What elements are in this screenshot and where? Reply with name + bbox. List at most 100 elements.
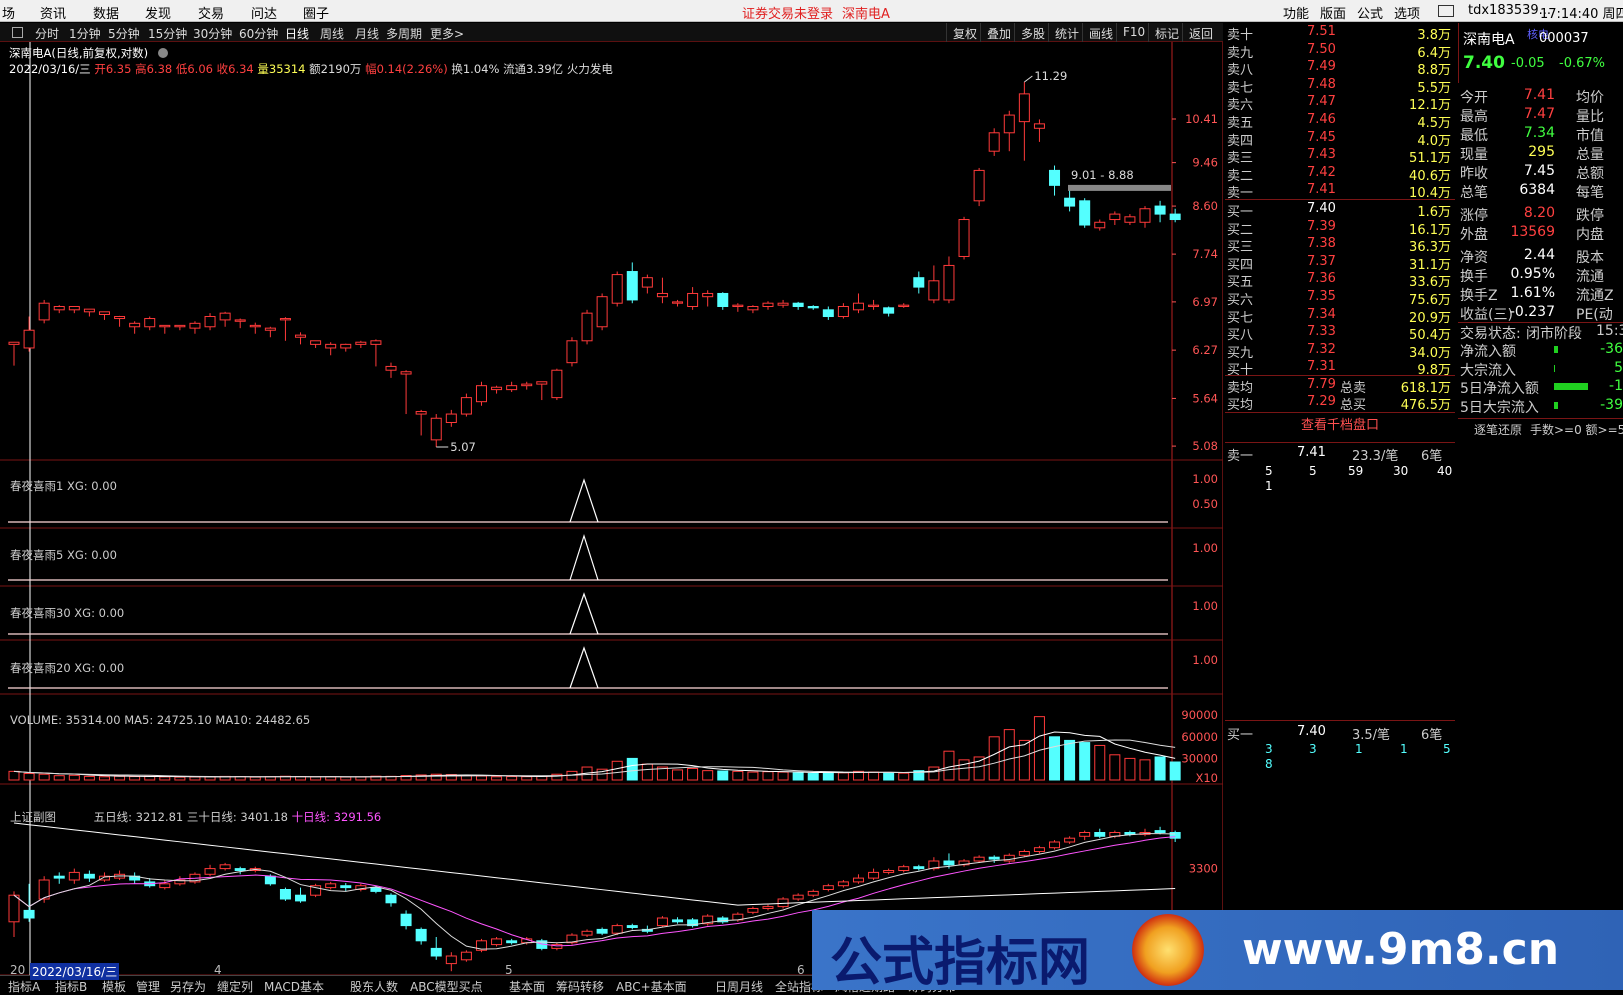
kline-candle[interactable] [204,313,216,331]
mark-button[interactable]: 标记 [1148,23,1185,42]
kline-candle[interactable] [596,293,608,331]
bottom-tab[interactable]: 日周月线 [715,978,763,995]
kline-candle[interactable] [400,370,412,415]
menu-item-circle[interactable]: 圈子 [303,3,329,22]
tick-header[interactable]: 逐笔还原手数>=0 额>=500 [1458,418,1623,437]
bid-level-row[interactable]: 买九 7.32 34.0万 [1225,341,1455,361]
login-alert[interactable]: 证券交易未登录 [742,3,833,22]
kline-candle[interactable] [1064,190,1076,212]
kline-candle[interactable] [521,381,533,390]
kline-candle[interactable] [460,393,472,417]
bottom-tab[interactable]: 股东人数 [350,978,398,995]
kline-candle[interactable] [822,306,834,320]
menu-item-data[interactable]: 数据 [93,3,119,22]
ask-level-row[interactable]: 卖十 7.51 3.8万 [1225,23,1455,43]
kline-candle[interactable] [491,385,503,394]
kline-candle[interactable] [415,409,427,436]
kline-candle[interactable] [144,316,156,331]
bottom-tab[interactable]: 筹码转移 [556,978,604,995]
kline-candle[interactable] [8,341,20,366]
kline-candle[interactable] [898,303,910,308]
bid-level-row[interactable]: 买一 7.40 1.6万 [1225,200,1455,220]
kline-candle[interactable] [83,308,95,317]
kline-candle[interactable] [38,299,50,324]
kline-candle[interactable] [219,311,231,327]
kline-candle[interactable] [777,299,789,308]
back-button[interactable]: 返回 [1182,23,1219,42]
kline-candle[interactable] [53,305,65,314]
ask-level-row[interactable]: 卖三 7.43 51.1万 [1225,146,1455,166]
kline-candle[interactable] [234,318,246,329]
kline-candle[interactable] [445,409,457,427]
kline-candle[interactable] [1109,211,1121,226]
kline-candle[interactable] [581,309,593,345]
ask-level-row[interactable]: 卖九 7.50 6.4万 [1225,41,1455,61]
tab-60min[interactable]: 60分钟 [239,25,278,42]
kline-candle[interactable] [1003,110,1015,152]
tab-intraday[interactable]: 分时 [35,25,59,42]
kline-candle[interactable] [1139,206,1151,228]
kline-candle[interactable] [129,321,141,334]
menu-item-market[interactable]: 场 [2,3,15,22]
kline-candle[interactable] [626,262,638,304]
kline-candle[interactable] [98,311,110,320]
thousand-level-link[interactable]: 查看千档盘口 [1225,412,1455,433]
kline-candle[interactable] [566,337,578,367]
bid-level-row[interactable]: 买三 7.38 36.3万 [1225,235,1455,255]
kline-candle[interactable] [747,305,759,314]
kline-candle[interactable] [370,339,382,367]
kline-candle[interactable] [883,306,895,317]
tab-more[interactable]: 更多> [430,25,464,42]
tab-multi-period[interactable]: 多周期 [386,25,422,42]
bottom-tab[interactable]: 另存为 [170,978,206,995]
kline-candle[interactable] [68,305,80,314]
kline-candle[interactable] [807,305,819,310]
statistics-button[interactable]: 统计 [1048,23,1085,42]
kline-candle[interactable] [702,290,714,307]
kline-candle[interactable] [1049,165,1061,196]
tick-filter-label[interactable]: 手数>=0 额>=500 [1530,421,1623,438]
tab-5min[interactable]: 5分钟 [108,25,140,42]
kline-candle[interactable] [717,292,729,310]
ask-level-row[interactable]: 卖一 7.41 10.4万 [1225,181,1455,201]
tab-weekly[interactable]: 周线 [320,25,344,42]
bottom-tab[interactable]: 指标A [8,978,40,995]
f10-button[interactable]: F10 [1116,23,1151,42]
menu-item-trade[interactable]: 交易 [198,3,224,22]
kline-candle[interactable] [174,324,186,331]
kline-candle[interactable] [189,321,201,334]
overlay-button[interactable]: 叠加 [980,23,1017,42]
kline-candle[interactable] [792,301,804,310]
ask-level-row[interactable]: 卖七 7.48 5.5万 [1225,76,1455,96]
kline-candle[interactable] [551,368,563,401]
restore-rights-button[interactable]: 复权 [946,23,983,42]
kline-candle[interactable] [988,128,1000,156]
menu-item-function[interactable]: 功能 [1283,3,1309,22]
kline-candle[interactable] [672,299,684,307]
bottom-tab[interactable]: 模板 [102,978,126,995]
menu-item-wenda[interactable]: 问达 [251,3,277,22]
menu-item-news[interactable]: 资讯 [40,3,66,22]
bottom-tab[interactable]: ABC模型买点 [410,978,483,995]
tab-1min[interactable]: 1分钟 [69,25,101,42]
kline-candle[interactable] [355,340,367,348]
kline-candle[interactable] [114,315,126,327]
price-range-box[interactable] [1068,184,1171,191]
kline-candle[interactable] [852,293,864,314]
kline-candle[interactable] [295,332,307,345]
bottom-tab[interactable]: 管理 [136,978,160,995]
bid-level-row[interactable]: 买十 7.31 9.8万 [1225,358,1455,378]
chart-area[interactable]: 10.41 9.46 8.60 7.74 6.97 6.27 5.64 5.08 11.29 5.… [0,42,1223,975]
ask-level-row[interactable]: 卖八 7.49 8.8万 [1225,58,1455,78]
menu-item-formula[interactable]: 公式 [1357,3,1383,22]
bid-level-row[interactable]: 买六 7.35 75.6万 [1225,288,1455,308]
menu-item-discover[interactable]: 发现 [145,3,171,22]
bid-level-row[interactable]: 买二 7.39 16.1万 [1225,218,1455,238]
kline-candle[interactable] [1154,200,1166,223]
kline-candle[interactable] [656,277,668,304]
bottom-tab[interactable]: MACD基本 [264,978,324,995]
user-account[interactable]: tdx183539... [1468,3,1551,18]
kline-candle[interactable] [868,299,880,310]
kline-candle[interactable] [385,362,397,378]
kline-candle[interactable] [159,324,171,334]
